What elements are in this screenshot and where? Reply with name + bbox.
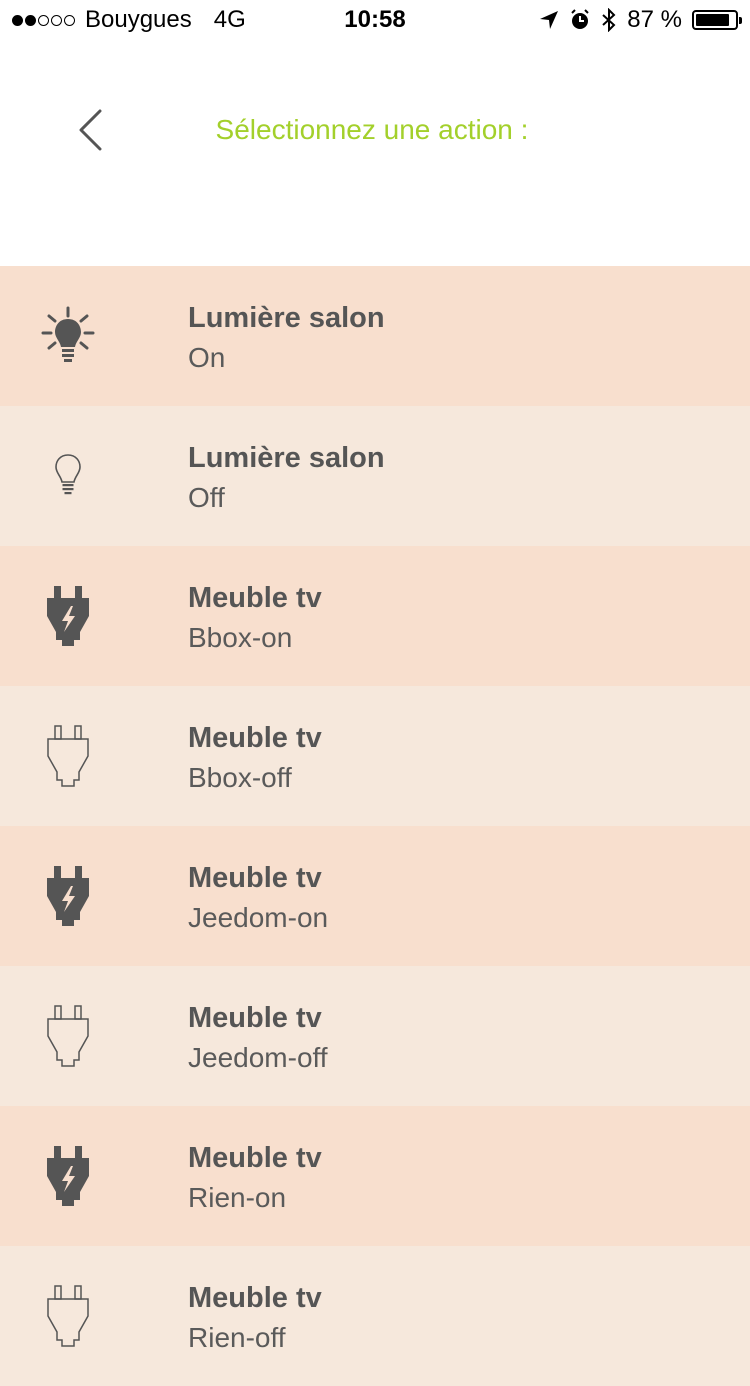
action-state: Rien-off xyxy=(188,1322,286,1353)
battery-percent: 87 % xyxy=(627,6,682,33)
action-name: Meuble tv xyxy=(188,722,322,754)
plug-off-icon xyxy=(28,716,108,796)
action-name: Meuble tv xyxy=(188,1282,322,1314)
nav-bar: Sélectionnez une action : xyxy=(0,40,750,266)
action-state: Bbox-on xyxy=(188,622,293,653)
action-state: Rien-on xyxy=(188,1182,287,1213)
bulb-on-icon xyxy=(28,296,108,376)
action-item[interactable]: Meuble tv Rien-off xyxy=(0,1246,750,1386)
plug-on-icon xyxy=(28,1136,108,1216)
action-name: Meuble tv xyxy=(188,1002,322,1034)
action-item[interactable]: Lumière salon Off xyxy=(0,406,750,546)
action-text: Meuble tv Bbox-on xyxy=(188,580,322,660)
action-text: Lumière salon Off xyxy=(188,440,385,520)
action-name: Lumière salon xyxy=(188,302,385,334)
location-arrow-icon xyxy=(539,10,559,30)
action-text: Meuble tv Rien-on xyxy=(188,1140,322,1220)
action-text: Lumière salon On xyxy=(188,300,385,380)
action-list: Lumière salon On Lumière salon Off Meuble tv… xyxy=(0,266,750,1386)
action-item[interactable]: Meuble tv Jeedom-off xyxy=(0,966,750,1106)
bluetooth-icon xyxy=(601,8,617,32)
status-bar: Bouygues 4G 10:58 87 % xyxy=(0,0,750,40)
plug-on-icon xyxy=(28,856,108,936)
action-name: Meuble tv xyxy=(188,862,322,894)
action-state: Jeedom-off xyxy=(188,1042,328,1073)
action-text: Meuble tv Jeedom-on xyxy=(188,860,328,940)
action-item[interactable]: Meuble tv Rien-on xyxy=(0,1106,750,1246)
battery-fill xyxy=(696,14,730,26)
action-state: Bbox-off xyxy=(188,762,292,793)
plug-off-icon xyxy=(28,996,108,1076)
action-item[interactable]: Meuble tv Bbox-off xyxy=(0,686,750,826)
action-name: Meuble tv xyxy=(188,1142,322,1174)
action-item[interactable]: Meuble tv Bbox-on xyxy=(0,546,750,686)
action-state: Jeedom-on xyxy=(188,902,329,933)
battery-icon xyxy=(692,10,742,30)
page-title: Sélectionnez une action : xyxy=(215,114,529,145)
plug-on-icon xyxy=(28,576,108,656)
action-name: Lumière salon xyxy=(188,442,385,474)
action-name: Meuble tv xyxy=(188,582,322,614)
status-right: 87 % xyxy=(529,6,742,34)
bulb-off-icon xyxy=(28,436,108,516)
action-text: Meuble tv Bbox-off xyxy=(188,720,322,800)
action-state: Off xyxy=(188,482,225,513)
plug-off-icon xyxy=(28,1276,108,1356)
action-state: On xyxy=(188,342,226,373)
action-text: Meuble tv Jeedom-off xyxy=(188,1000,328,1080)
action-item[interactable]: Lumière salon On xyxy=(0,266,750,406)
alarm-clock-icon xyxy=(569,9,591,31)
action-text: Meuble tv Rien-off xyxy=(188,1280,322,1360)
action-item[interactable]: Meuble tv Jeedom-on xyxy=(0,826,750,966)
